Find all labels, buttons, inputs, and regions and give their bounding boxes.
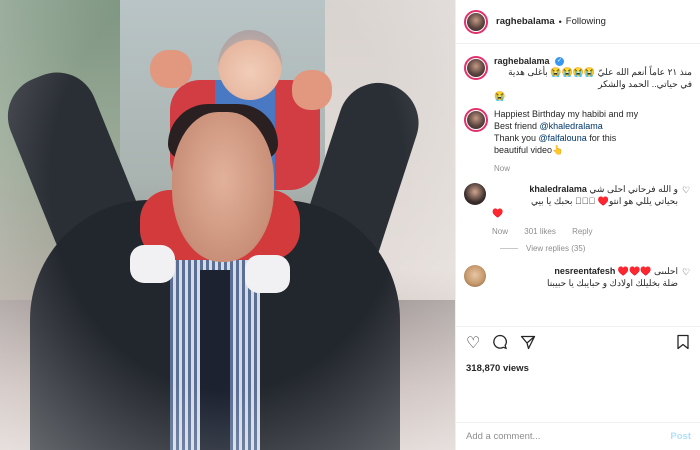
comments-list: raghebalama ✓ منذ ٢١ عاماً أنعم الله علي… [456, 44, 700, 326]
comment-text-line-3: ♥️ [492, 208, 504, 219]
bookmark-icon[interactable] [676, 334, 690, 354]
caption-en-line-2: Best friend @khaledralama [494, 121, 603, 132]
commenter-avatar[interactable] [464, 183, 486, 206]
post-button[interactable]: Post [670, 431, 691, 442]
comment-item: و الله فرحاني احلى شي khaledralama بحيات… [464, 183, 692, 236]
add-comment-bar: Add a comment... Post [456, 422, 700, 450]
view-replies-label: View replies (35) [526, 244, 586, 254]
comment-item: احلىىى ♥️♥️♥️ nesreentafesh ضلة بخليلك ا… [464, 265, 692, 289]
caption-en-line-1: Happiest Birthday my habibi and my [494, 109, 639, 120]
comment-heart-icon[interactable]: ♡ [682, 267, 692, 289]
comment-likes[interactable]: 301 likes [524, 227, 556, 236]
comment-input[interactable]: Add a comment... [466, 431, 670, 442]
share-icon[interactable] [520, 334, 536, 354]
comment-heart-icon[interactable]: ♡ [682, 185, 692, 236]
comment-text-line-2: ضلة بخليلك اولادك و حبايبك يا حبيبنا [546, 278, 678, 289]
caption-en-line-3: Thank you @falfalouna for this [494, 133, 617, 144]
comment-text-line-1: و الله فرحاني احلى شي khaledralama [529, 184, 678, 195]
verified-badge-icon: ✓ [555, 57, 565, 67]
mention-link[interactable]: @khaledralama [540, 121, 603, 131]
post-media[interactable] [0, 0, 455, 450]
comment-text-line-1: احلىىى ♥️♥️♥️ nesreentafesh [554, 266, 678, 277]
action-bar: ♡ [456, 326, 700, 360]
post-side-panel: raghebalama • Following raghebalama ✓ من… [455, 0, 700, 450]
reply-button[interactable]: Reply [572, 227, 592, 236]
avatar[interactable] [464, 9, 488, 34]
caption: raghebalama ✓ منذ ٢١ عاماً أنعم الله علي… [464, 56, 692, 102]
caption-time: Now [494, 164, 511, 174]
comment-icon[interactable] [492, 334, 508, 354]
caption-en-line-4: beautiful video👆 [494, 145, 564, 156]
caption-arabic-line-1: منذ ٢١ عاماً أنعم الله عليّ 😭😭😭😭 بأغلى ه… [508, 67, 692, 90]
caption-avatar-2[interactable] [464, 108, 488, 133]
caption-english: Happiest Birthday my habibi and my Best … [464, 108, 692, 173]
post-header: raghebalama • Following [456, 0, 700, 44]
comment-meta: Now 301 likes Reply [492, 227, 678, 236]
post-username[interactable]: raghebalama [496, 16, 555, 27]
comment-username[interactable]: khaledralama [529, 184, 587, 194]
caption-username[interactable]: raghebalama [494, 56, 550, 66]
view-replies-button[interactable]: View replies (35) [500, 244, 692, 253]
separator-dot: • [558, 16, 562, 27]
mention-link[interactable]: @falfalouna [539, 133, 587, 143]
comment-time: Now [492, 227, 509, 237]
comment-text-line-2: بحياتي يللي هو انتو♥️ 🏻🏻🏻 بحبك يا بيي [530, 196, 678, 207]
comment-username[interactable]: nesreentafesh [554, 266, 615, 276]
caption-avatar[interactable] [464, 56, 488, 80]
caption-arabic-line-2: 😭 [494, 91, 506, 102]
commenter-avatar[interactable] [464, 265, 486, 288]
view-count[interactable]: 318,870 views [456, 360, 700, 378]
photo-vignette [0, 0, 455, 450]
replies-divider [500, 248, 518, 250]
following-button[interactable]: Following [566, 16, 606, 27]
heart-icon[interactable]: ♡ [466, 335, 480, 352]
